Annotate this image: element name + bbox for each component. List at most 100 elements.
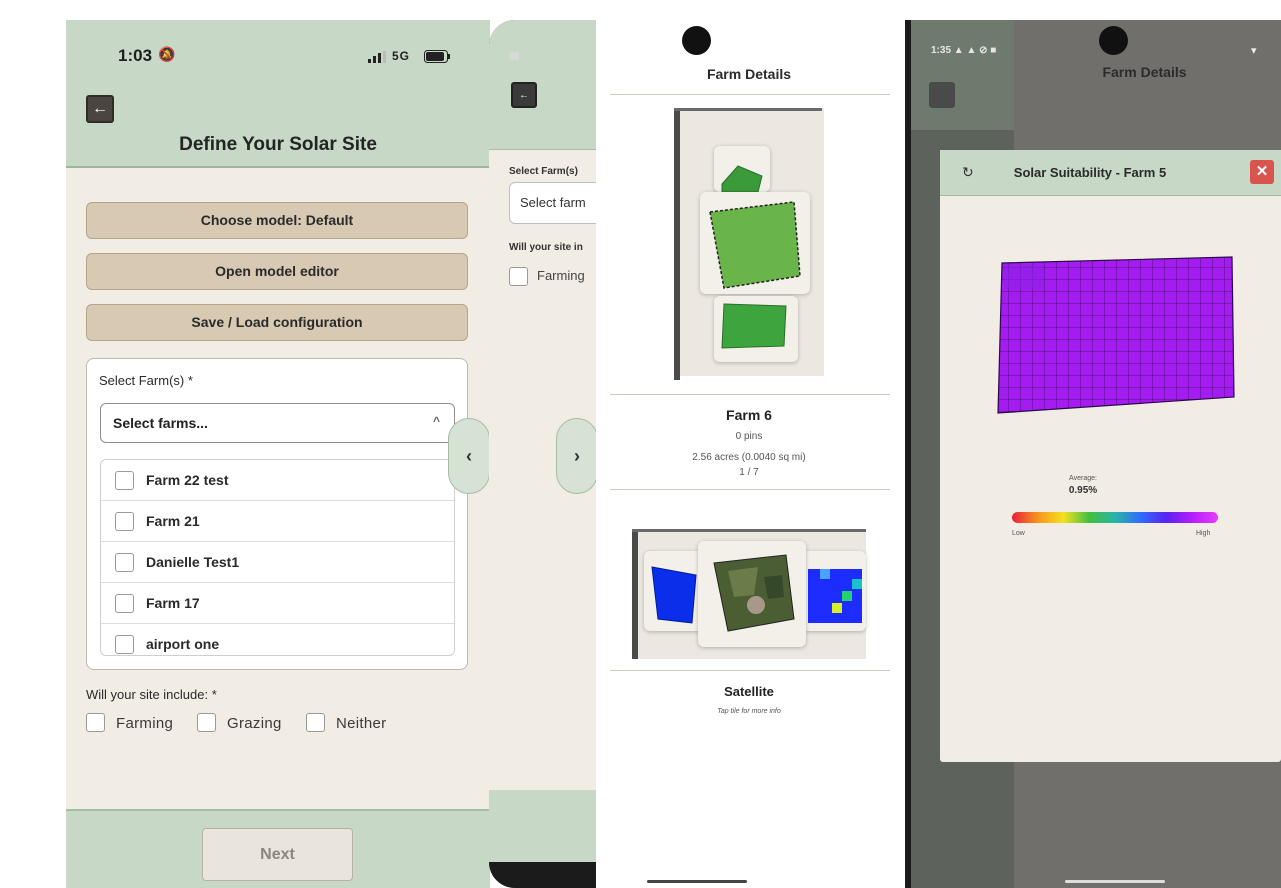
- divider: [610, 670, 890, 671]
- arrow-left-icon: ←: [519, 89, 529, 101]
- select-farms-label: Select Farm(s): [509, 166, 578, 177]
- checkbox[interactable]: [509, 267, 528, 286]
- header: ←: [489, 20, 609, 150]
- checkbox[interactable]: [115, 471, 134, 490]
- checkbox[interactable]: [86, 713, 105, 732]
- checkbox[interactable]: [115, 594, 134, 613]
- chevron-left-icon[interactable]: ‹: [448, 418, 490, 494]
- camera-cutout: [1099, 26, 1128, 55]
- chevron-right-icon[interactable]: ›: [556, 418, 598, 494]
- close-icon[interactable]: ✕: [1250, 160, 1274, 184]
- farm-name: Farm 6: [726, 407, 772, 423]
- average-value: 0.95%: [1068, 485, 1098, 496]
- select-farms-dropdown[interactable]: Select farms... ^: [100, 403, 455, 443]
- select-farms-dropdown[interactable]: Select farm: [509, 182, 609, 224]
- farm-area: 2.56 acres (0.0040 sq mi): [692, 452, 806, 463]
- back-button[interactable]: ←: [86, 95, 114, 123]
- layer-carousel[interactable]: [632, 529, 866, 659]
- layer-name: Satellite: [724, 684, 774, 699]
- choose-model-button[interactable]: Choose model: Default: [86, 202, 468, 239]
- satellite-tile[interactable]: [698, 541, 806, 647]
- checkbox[interactable]: [306, 713, 325, 732]
- list-item[interactable]: airport one: [101, 624, 454, 655]
- modal-title: Solar Suitability - Farm 5: [1013, 165, 1167, 180]
- legend-low-label: Low: [1012, 530, 1025, 537]
- farm-tile-selected[interactable]: [700, 192, 810, 294]
- arrow-left-icon: ←: [92, 100, 108, 117]
- back-button[interactable]: [929, 82, 955, 108]
- divider: [610, 94, 890, 95]
- divider: [610, 394, 890, 395]
- checkbox[interactable]: [197, 713, 216, 732]
- next-button[interactable]: Next: [202, 828, 353, 881]
- carousel-edge: [674, 108, 680, 380]
- layer-hint: Tap tile for more info: [717, 708, 781, 715]
- layer-tile[interactable]: [802, 551, 866, 631]
- divider: [610, 489, 890, 490]
- camera-cutout: [682, 26, 711, 55]
- carousel-index: 1 / 7: [739, 467, 759, 478]
- screen-behind-body: ← Select Farm(s) Select farm Will your s…: [489, 20, 609, 888]
- option-label: Farming: [116, 715, 174, 732]
- home-indicator: [647, 880, 747, 883]
- header: 1:03 🔕 5G ← Define Your Solar Site: [66, 20, 490, 168]
- carousel-edge: [632, 529, 866, 532]
- color-scale-legend: [1012, 512, 1218, 523]
- bg-title: Farm Details: [1102, 64, 1187, 80]
- modal-header: ↻ Solar Suitability - Farm 5 ✕: [940, 150, 1281, 196]
- select-farms-placeholder: Select farms...: [113, 415, 208, 431]
- legend-high-label: High: [1196, 530, 1211, 537]
- farm-option-label: Danielle Test1: [146, 554, 240, 570]
- farm-option-label: Farm 22 test: [146, 472, 229, 488]
- checkbox[interactable]: [115, 635, 134, 654]
- footer: [489, 790, 609, 862]
- carousel-edge: [632, 529, 638, 659]
- list-item[interactable]: Farm 21: [101, 501, 454, 542]
- layer-tile[interactable]: [644, 551, 704, 631]
- silent-bell-icon: 🔕: [158, 46, 176, 62]
- wifi-icon: ▾: [1251, 45, 1257, 57]
- farm-tile[interactable]: [714, 146, 770, 192]
- home-indicator: [1065, 880, 1165, 883]
- signal-icon: [368, 49, 388, 63]
- select-farms-card: Select Farm(s) * Select farms... ^ Farm …: [86, 358, 468, 670]
- farm-option-label: Farm 17: [146, 595, 200, 611]
- caret-up-icon: ^: [432, 414, 440, 428]
- status-bar: 1:35 ▲ ▲ ⊘ ■: [931, 45, 997, 56]
- screen-behind: ← Select Farm(s) Select farm Will your s…: [489, 20, 609, 888]
- device-bezel: [905, 20, 911, 888]
- battery-icon: [424, 50, 452, 68]
- checkbox[interactable]: [115, 553, 134, 572]
- site-include-label: Will your site in: [509, 242, 583, 253]
- select-farms-label: Select Farm(s) *: [99, 373, 193, 388]
- page-title: Farm Details: [706, 66, 792, 82]
- screen-farm-details: Farm Details Farm 6 0 pins 2.56 acres (0…: [596, 20, 907, 888]
- page-title: Define Your Solar Site: [179, 134, 377, 155]
- farm-option-label: Farm 21: [146, 513, 200, 529]
- option-label: Farming: [537, 268, 585, 283]
- save-load-config-button[interactable]: Save / Load configuration: [86, 304, 468, 341]
- network-type: 5G: [392, 49, 411, 63]
- status-time: 1:03: [118, 46, 153, 65]
- carousel-edge: [674, 108, 822, 111]
- screen-define-solar-site: 1:03 🔕 5G ← Define Your Solar Site Choos…: [66, 20, 490, 888]
- suitability-heatmap[interactable]: [996, 255, 1236, 415]
- average-label: Average:: [1069, 475, 1097, 482]
- farm-tile[interactable]: [714, 296, 798, 362]
- site-include-label: Will your site include: *: [86, 687, 217, 702]
- screen-solar-suitability: 1:35 ▲ ▲ ⊘ ■ ▾ Farm Details ↻ Solar Suit…: [911, 20, 1281, 888]
- status-dot: [509, 52, 519, 60]
- open-model-editor-button[interactable]: Open model editor: [86, 253, 468, 290]
- option-label: Neither: [336, 715, 387, 732]
- footer: Next: [66, 809, 490, 888]
- list-item[interactable]: Farm 22 test: [101, 460, 454, 501]
- list-item[interactable]: Danielle Test1: [101, 542, 454, 583]
- back-button[interactable]: ←: [511, 82, 537, 108]
- nav-bar: [489, 862, 609, 888]
- solar-suitability-modal: ↻ Solar Suitability - Farm 5 ✕ Average: …: [940, 150, 1281, 762]
- farm-shape-carousel[interactable]: [674, 108, 824, 380]
- checkbox[interactable]: [115, 512, 134, 531]
- farm-options-list[interactable]: Farm 22 test Farm 21 Danielle Test1 Farm…: [100, 459, 455, 656]
- pin-count: 0 pins: [735, 431, 763, 442]
- list-item[interactable]: Farm 17: [101, 583, 454, 624]
